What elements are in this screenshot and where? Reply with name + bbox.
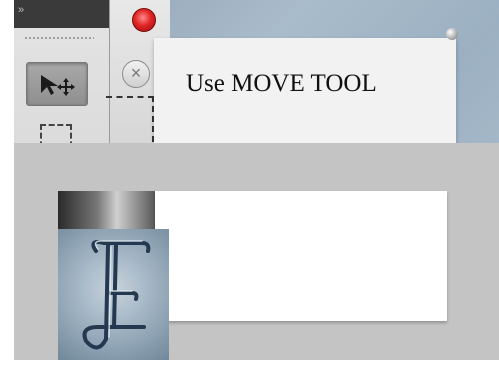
collapse-icon[interactable]: » [18, 4, 24, 16]
background-photo-layer[interactable] [58, 191, 156, 231]
close-window-button[interactable] [132, 8, 156, 32]
close-x-icon[interactable]: × [122, 60, 150, 88]
move-tool-button[interactable] [26, 62, 88, 106]
engraved-letter-e-icon [82, 240, 151, 350]
move-arrow-icon [41, 75, 75, 96]
note-text: Use MOVE TOOL [186, 70, 377, 97]
letter-e-tile-image[interactable] [58, 229, 169, 360]
tools-panel-header: » [14, 0, 109, 28]
pushpin-icon [446, 28, 458, 40]
instruction-note: Use MOVE TOOL [154, 38, 456, 150]
screen: » × Use MOVE TOOL [14, 0, 499, 360]
canvas-panel [14, 143, 499, 360]
bottom-edge [14, 360, 499, 367]
blank-canvas-area[interactable] [155, 191, 447, 321]
panel-grip-handle[interactable] [24, 36, 94, 40]
